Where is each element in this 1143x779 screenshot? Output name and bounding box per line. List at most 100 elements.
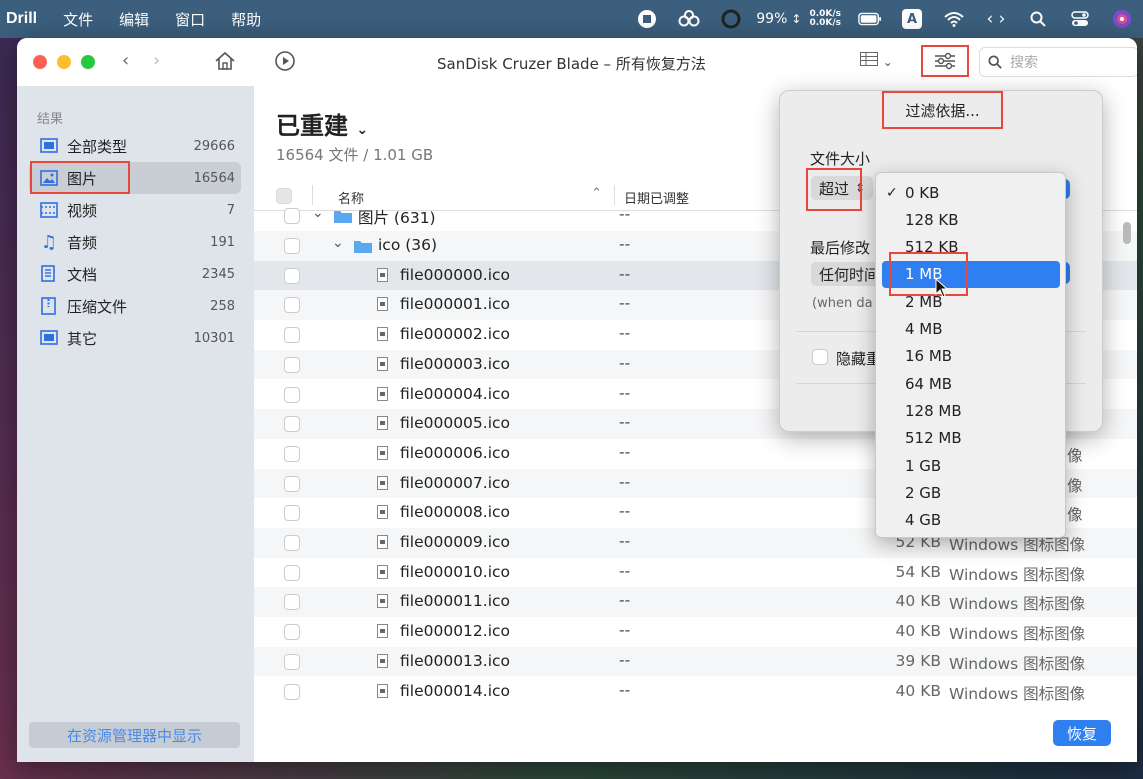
- file-kind: Windows 图标图像: [949, 565, 1086, 584]
- sidebar-item-label: 压缩文件: [67, 297, 128, 316]
- battery-icon[interactable]: [858, 7, 882, 31]
- size-option[interactable]: 4 GB: [876, 507, 1065, 534]
- file-date: --: [619, 383, 631, 402]
- sidebar-item-count: 2345: [201, 266, 235, 282]
- file-size: 40 KB: [895, 681, 941, 700]
- play-circle-icon[interactable]: [274, 50, 296, 77]
- file-date: --: [619, 532, 631, 550]
- view-mode-button[interactable]: ⌄: [860, 52, 893, 70]
- file-icon: [377, 386, 388, 401]
- file-name: file000009.ico: [400, 533, 511, 551]
- stop-icon[interactable]: [635, 7, 659, 31]
- recover-button[interactable]: 恢复: [1053, 720, 1111, 746]
- spotlight-search-icon[interactable]: [1026, 7, 1050, 31]
- input-source-icon[interactable]: A: [900, 7, 924, 31]
- file-date: --: [619, 294, 631, 313]
- show-in-explorer-button[interactable]: 在资源管理器中显示: [29, 722, 240, 748]
- row-checkbox[interactable]: [284, 238, 300, 254]
- menu-window[interactable]: 窗口: [175, 9, 205, 30]
- row-checkbox[interactable]: [284, 683, 300, 700]
- creative-cloud-icon[interactable]: [677, 7, 701, 31]
- sidebar-item-documents[interactable]: 文档 2345: [29, 258, 241, 290]
- search-field[interactable]: 搜索: [979, 47, 1137, 77]
- file-size: 39 KB: [895, 651, 941, 670]
- close-window-button[interactable]: [33, 55, 47, 69]
- table-row[interactable]: file000014.ico -- 40 KB Windows 图标图像: [254, 677, 1137, 707]
- disclosure-chevron-icon[interactable]: ⌄: [312, 205, 324, 221]
- minimize-window-button[interactable]: [57, 55, 71, 69]
- row-checkbox[interactable]: [284, 267, 300, 284]
- row-checkbox[interactable]: [284, 653, 300, 670]
- hide-duplicates-checkbox[interactable]: [812, 349, 828, 365]
- size-option[interactable]: 16 MB: [876, 343, 1065, 370]
- row-checkbox[interactable]: [284, 356, 300, 373]
- forward-chevron-icon[interactable]: ›: [153, 50, 160, 71]
- other-icon: [39, 328, 59, 348]
- siri-icon[interactable]: [1110, 7, 1134, 31]
- file-date: --: [619, 235, 631, 253]
- battery-percent: 99%: [756, 11, 788, 27]
- row-checkbox[interactable]: [284, 327, 300, 344]
- size-option[interactable]: 512 MB: [876, 425, 1065, 452]
- row-checkbox[interactable]: [284, 297, 300, 314]
- back-chevron-icon[interactable]: ‹: [122, 50, 129, 71]
- row-checkbox[interactable]: [284, 208, 300, 225]
- table-row[interactable]: file000010.ico -- 54 KB Windows 图标图像: [254, 558, 1137, 588]
- sidebar-item-label: 视频: [67, 201, 98, 220]
- sidebar-item-audio[interactable]: ♫ 音频 191: [29, 226, 241, 258]
- app-menu[interactable]: Drill: [6, 10, 37, 28]
- file-date: --: [619, 561, 631, 580]
- size-option[interactable]: 128 MB: [876, 397, 1065, 424]
- zoom-window-button[interactable]: [81, 55, 95, 69]
- file-date: --: [619, 413, 631, 432]
- row-checkbox[interactable]: [284, 416, 300, 433]
- file-name: file000008.ico: [400, 503, 511, 522]
- file-icon: [377, 356, 388, 371]
- net-down: 0.0K/s: [809, 18, 841, 28]
- row-checkbox[interactable]: [284, 564, 300, 581]
- sidebar-item-all-types[interactable]: 全部类型 29666: [29, 130, 241, 162]
- scrollbar-thumb[interactable]: [1123, 222, 1131, 244]
- size-option[interactable]: 2 GB: [876, 479, 1065, 506]
- page-title[interactable]: 已重建 ⌄: [276, 106, 368, 141]
- sidebar-item-video[interactable]: 视频 7: [29, 194, 241, 226]
- menubar-status: 99% ↕ 0.0K/s 0.0K/s A ‹ ›: [626, 0, 1143, 38]
- annotation-box-1mb: [889, 252, 968, 296]
- row-checkbox[interactable]: [284, 475, 300, 492]
- file-name: file000011.ico: [400, 592, 511, 611]
- menu-edit[interactable]: 编辑: [119, 9, 149, 30]
- table-row[interactable]: file000012.ico -- 40 KB Windows 图标图像: [254, 617, 1137, 647]
- sidebar-heading: 结果: [37, 112, 64, 127]
- size-dropdown-menu: ✓ 0 KB 128 KB 512 KB 1 MB 2 MB 4 MB 16 MB 64 MB 1…: [875, 172, 1066, 538]
- file-kind: Windows 图标图像: [949, 595, 1086, 614]
- wifi-icon[interactable]: [942, 7, 966, 31]
- row-checkbox[interactable]: [284, 386, 300, 403]
- file-kind: Windows 图标图像: [949, 625, 1086, 644]
- row-checkbox[interactable]: [284, 505, 300, 522]
- home-icon[interactable]: [214, 50, 236, 77]
- code-brackets-icon[interactable]: ‹ ›: [984, 7, 1008, 31]
- size-option[interactable]: ✓ 0 KB: [876, 179, 1065, 206]
- row-checkbox[interactable]: [284, 445, 300, 462]
- menu-help[interactable]: 帮助: [231, 9, 261, 30]
- sidebar-item-other[interactable]: 其它 10301: [29, 322, 241, 354]
- sidebar-item-count: 16564: [193, 170, 235, 186]
- row-checkbox[interactable]: [284, 624, 300, 641]
- table-row[interactable]: file000011.ico -- 40 KB Windows 图标图像: [254, 587, 1137, 618]
- menu-file[interactable]: 文件: [63, 9, 93, 30]
- filter-button[interactable]: [921, 45, 969, 77]
- disclosure-chevron-icon[interactable]: ⌄: [332, 235, 344, 251]
- table-row[interactable]: file000013.ico -- 39 KB Windows 图标图像: [254, 646, 1137, 677]
- row-checkbox[interactable]: [284, 535, 300, 551]
- size-option[interactable]: 4 MB: [876, 316, 1065, 343]
- file-date: --: [619, 650, 631, 669]
- control-center-icon[interactable]: [1068, 7, 1092, 31]
- sidebar-item-archives[interactable]: 压缩文件 258: [29, 290, 241, 322]
- row-checkbox[interactable]: [284, 594, 300, 611]
- file-size: 40 KB: [895, 592, 941, 611]
- file-size-label: 文件大小: [810, 150, 871, 168]
- sort-ascending-icon[interactable]: ⌃: [591, 186, 602, 201]
- size-option[interactable]: 64 MB: [876, 370, 1065, 397]
- size-option[interactable]: 1 GB: [876, 452, 1065, 479]
- size-option[interactable]: 128 KB: [876, 206, 1065, 233]
